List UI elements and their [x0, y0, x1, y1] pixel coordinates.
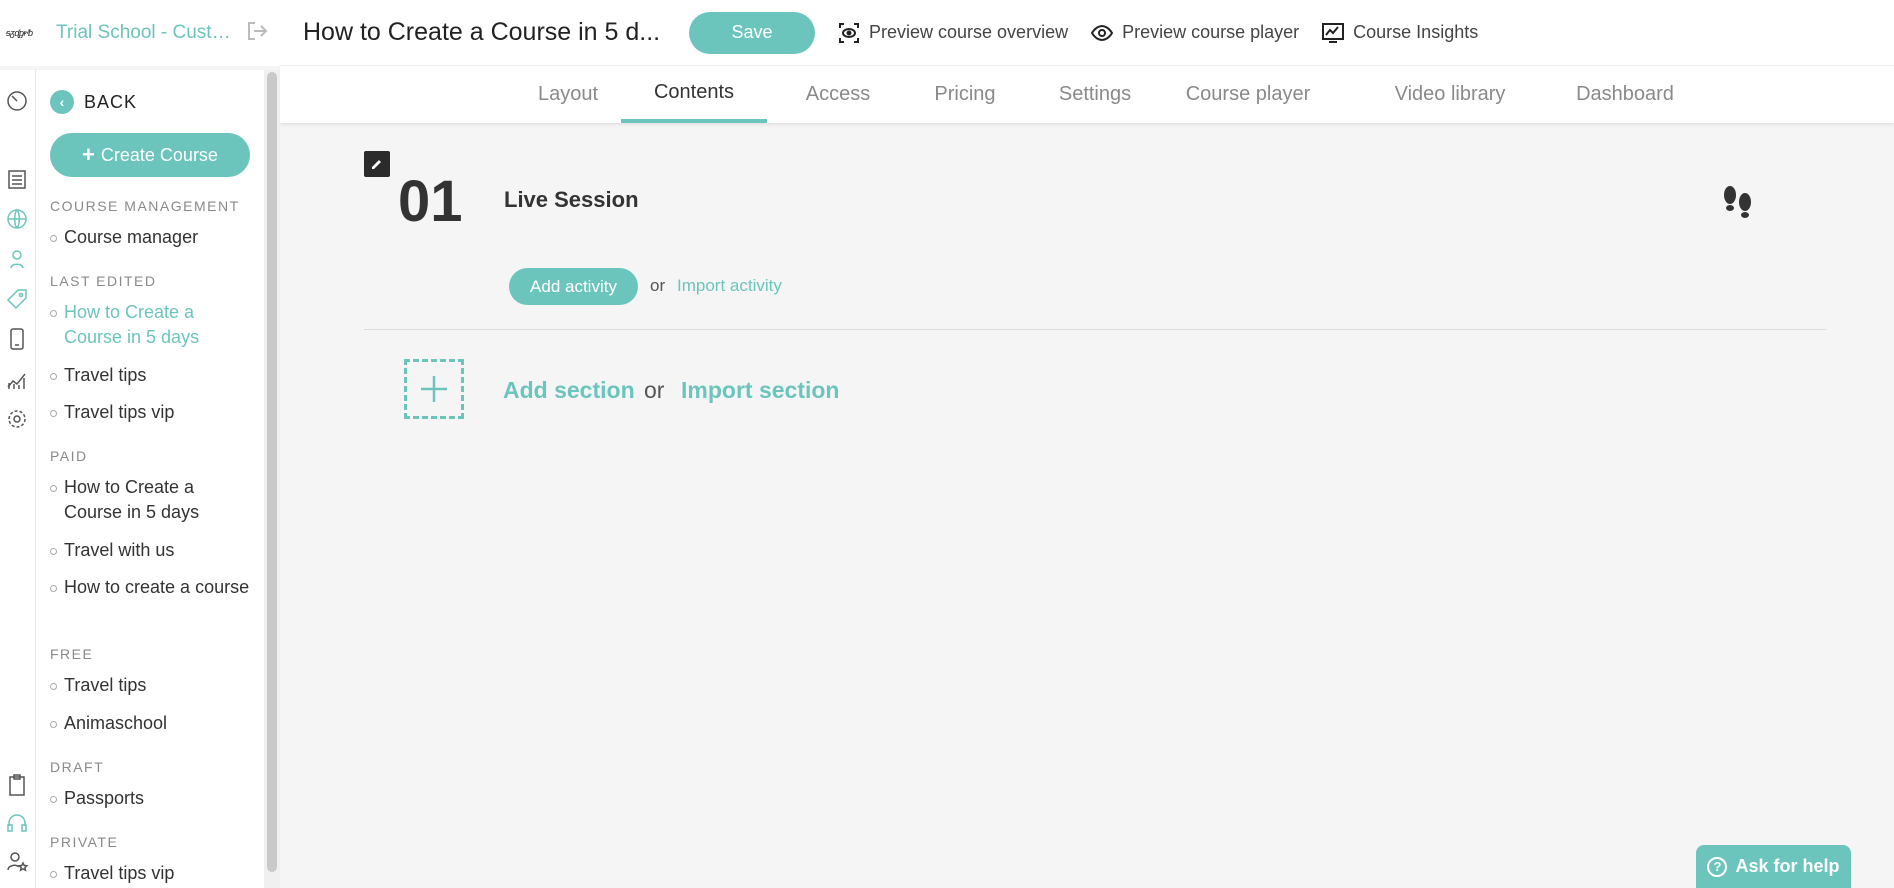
eye-frame-icon [839, 22, 859, 43]
dashboard-icon[interactable] [4, 88, 30, 114]
course-header: How to Create a Course in 5 d... Save Pr… [280, 0, 1894, 66]
brand-bar: ᵴᵹᶑᶈᵻᵸᵬ Trial School - Custo... [0, 0, 280, 66]
tab-course-player[interactable]: Course player [1173, 66, 1323, 123]
sidebar-item-last-edited-1[interactable]: How to Create a Course in 5 days [50, 300, 250, 350]
pencil-icon [372, 160, 381, 169]
add-section-link[interactable]: Add section [503, 377, 635, 404]
footsteps-icon[interactable] [1720, 183, 1756, 228]
tab-video-library[interactable]: Video library [1375, 66, 1525, 123]
globe-icon[interactable] [4, 206, 30, 232]
sidebar: ‹ BACK + Create Course COURSE MANAGEMENT… [36, 70, 264, 888]
back-label: BACK [84, 91, 138, 112]
or-text: or [644, 377, 665, 403]
add-activity-button[interactable]: Add activity [509, 268, 638, 305]
sidebar-item-paid-1[interactable]: How to Create a Course in 5 days [50, 475, 250, 525]
section-title-paid: PAID [50, 448, 88, 464]
star-user-icon[interactable] [4, 848, 30, 874]
section-number: 01 [398, 169, 463, 234]
plus-icon: + [82, 142, 95, 167]
section-title-free: FREE [50, 646, 94, 662]
section-title-private: PRIVATE [50, 834, 119, 850]
sidebar-item-last-edited-2[interactable]: Travel tips [50, 363, 250, 388]
eye-icon [1090, 24, 1114, 41]
section-divider [364, 329, 1826, 330]
ask-for-help-label: Ask for help [1735, 856, 1840, 876]
sidebar-item-paid-2[interactable]: Travel with us [50, 538, 250, 563]
clipboard-icon[interactable] [4, 772, 30, 798]
tab-dashboard[interactable]: Dashboard [1560, 66, 1690, 123]
insights-chart-icon [1322, 22, 1345, 43]
preview-player-link[interactable]: Preview course player [1090, 21, 1299, 45]
logout-icon[interactable] [246, 20, 268, 47]
settings-icon[interactable] [4, 406, 30, 432]
save-button[interactable]: Save [689, 11, 815, 54]
import-section-link[interactable]: Import section [681, 377, 839, 404]
sidebar-item-free-2[interactable]: Animaschool [50, 711, 250, 736]
sidebar-item-course-manager[interactable]: Course manager [50, 225, 250, 250]
or-text: or [650, 276, 666, 295]
section-title-draft: DRAFT [50, 759, 105, 775]
tab-pricing[interactable]: Pricing [910, 66, 1020, 123]
course-tabs: Layout Contents Access Pricing Settings … [280, 66, 1894, 123]
pages-icon[interactable] [4, 166, 30, 192]
section-name[interactable]: Live Session [504, 187, 639, 213]
section-title-course-management: COURSE MANAGEMENT [50, 198, 240, 214]
add-section-box[interactable] [404, 359, 464, 419]
chevron-left-icon: ‹ [50, 90, 74, 114]
back-button[interactable]: ‹ BACK [50, 90, 137, 114]
tab-settings[interactable]: Settings [1040, 66, 1150, 123]
tag-icon[interactable] [4, 286, 30, 312]
import-activity-link[interactable]: Import activity [677, 276, 782, 296]
sidebar-item-last-edited-3[interactable]: Travel tips vip [50, 400, 250, 425]
scrollbar-thumb[interactable] [267, 72, 277, 872]
section-title-last-edited: LAST EDITED [50, 273, 157, 289]
mobile-icon[interactable] [4, 326, 30, 352]
headset-icon[interactable] [4, 810, 30, 836]
tab-access[interactable]: Access [788, 66, 888, 123]
create-course-button[interactable]: + Create Course [50, 133, 250, 177]
ask-for-help-button[interactable]: ? Ask for help [1696, 845, 1851, 888]
question-icon: ? [1707, 856, 1728, 877]
preview-overview-link[interactable]: Preview course overview [837, 21, 1068, 45]
course-insights-link[interactable]: Course Insights [1321, 21, 1478, 45]
tab-contents[interactable]: Contents [621, 66, 767, 123]
preview-player-label: Preview course player [1122, 22, 1300, 42]
icon-rail [0, 70, 36, 888]
plus-icon [421, 376, 447, 402]
course-title: How to Create a Course in 5 d... [303, 18, 661, 46]
preview-overview-label: Preview course overview [869, 22, 1069, 42]
sidebar-item-draft-1[interactable]: Passports [50, 786, 250, 811]
create-course-label: Create Course [100, 144, 218, 165]
sidebar-item-free-1[interactable]: Travel tips [50, 673, 250, 698]
school-logo[interactable]: ᵴᵹᶑᶈᵻᵸᵬ [6, 28, 52, 38]
tab-layout[interactable]: Layout [518, 66, 618, 123]
sidebar-scrollbar[interactable] [264, 70, 280, 888]
school-name[interactable]: Trial School - Custo... [56, 22, 236, 44]
analytics-icon[interactable] [4, 366, 30, 392]
sidebar-item-private-1[interactable]: Travel tips vip [50, 861, 250, 886]
users-icon[interactable] [4, 246, 30, 272]
course-insights-label: Course Insights [1353, 22, 1479, 42]
edit-section-button[interactable] [364, 151, 390, 177]
sidebar-item-paid-3[interactable]: How to create a course [50, 575, 250, 600]
